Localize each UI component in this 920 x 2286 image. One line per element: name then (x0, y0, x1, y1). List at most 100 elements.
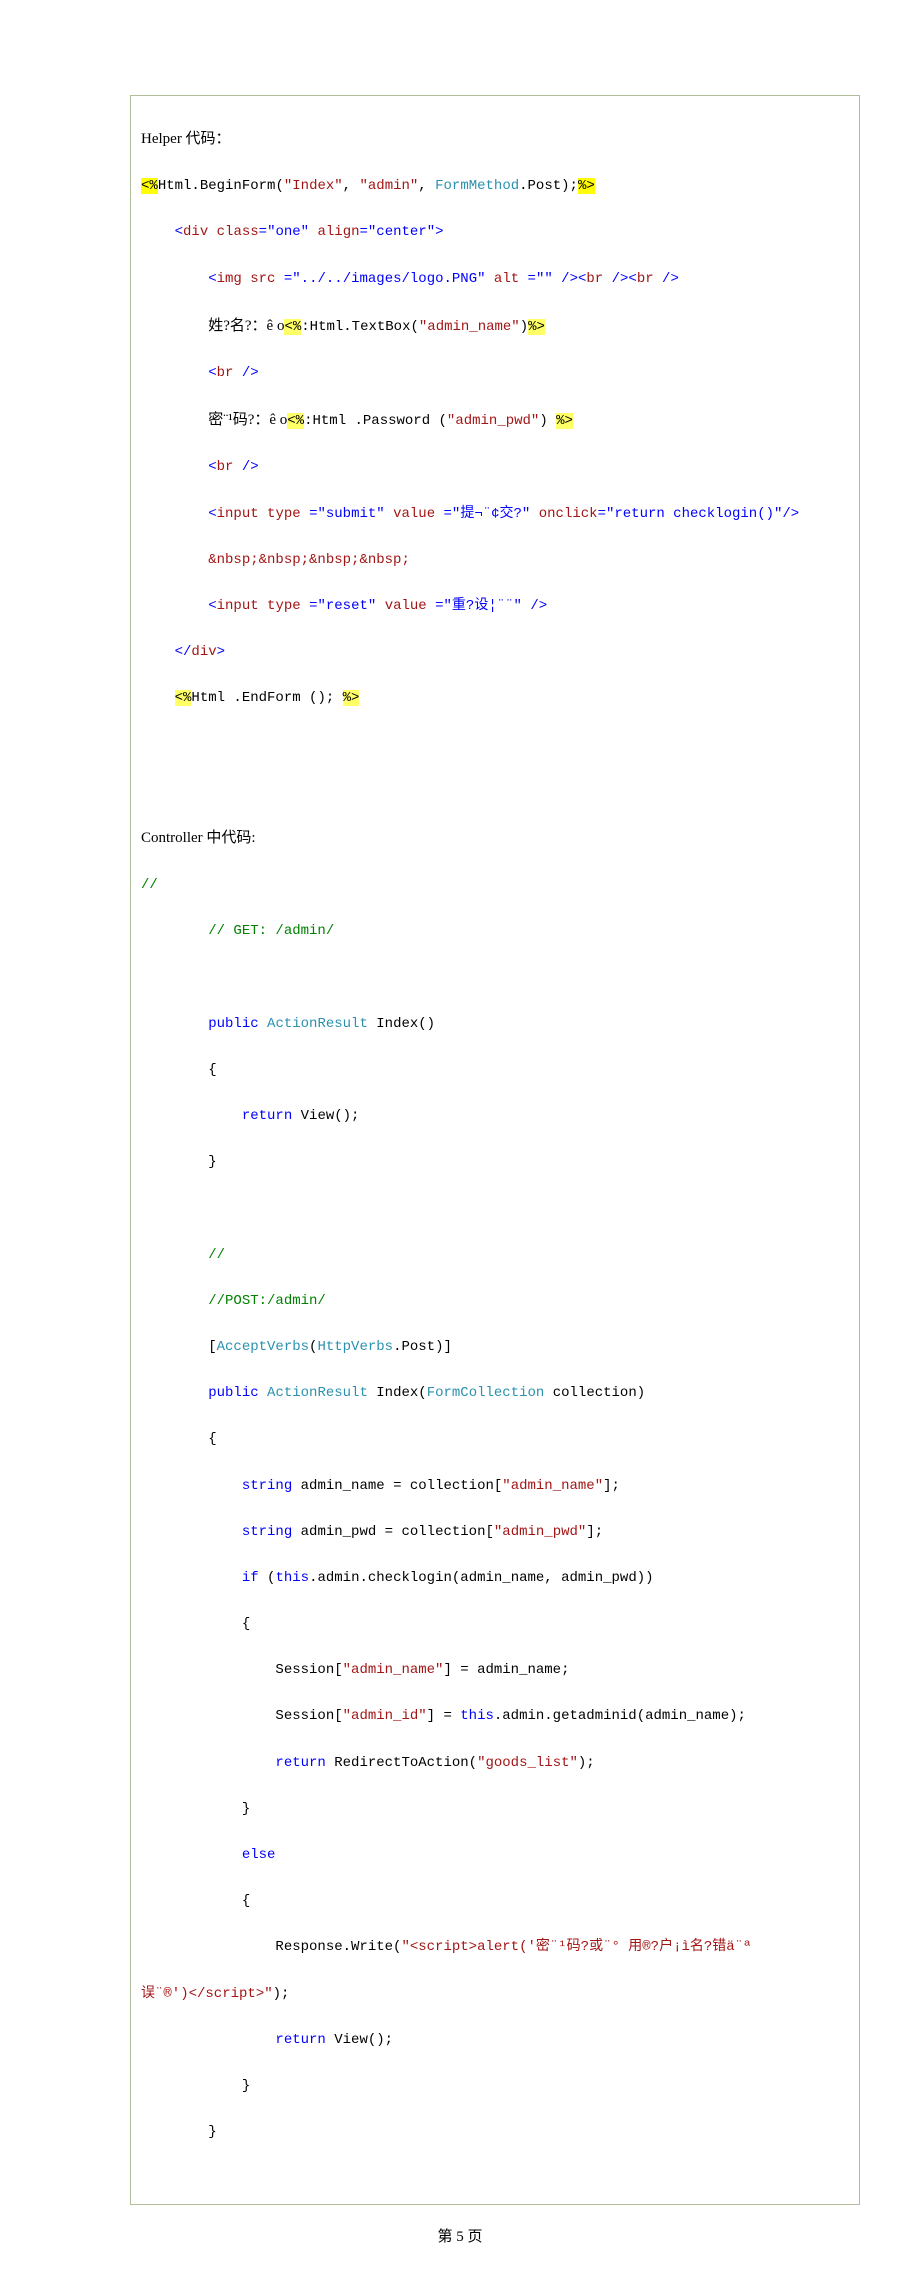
session: Session[ (275, 1662, 342, 1678)
asp-tag-open: <% (141, 178, 158, 194)
src-attr: src (250, 271, 275, 287)
value-attr: value (385, 598, 427, 614)
lt: < (175, 224, 183, 240)
kw-public: public (208, 1016, 258, 1032)
div-tag: div (183, 224, 208, 240)
controller-header: Controller 中代码: (141, 830, 256, 846)
asp-tag-close: %> (556, 413, 573, 429)
session-set: ] = (427, 1708, 461, 1724)
br-tag: br (637, 271, 654, 287)
value-attr: value (393, 506, 435, 522)
center-val: "center" (368, 224, 435, 240)
kw-if: if (242, 1570, 259, 1586)
kw-this: this (275, 1570, 309, 1586)
comment: // (141, 877, 158, 893)
session-admin-id: "admin_id" (343, 1708, 427, 1724)
admin-name-var: admin_name = collection[ (292, 1478, 502, 1494)
asp-tag-close: %> (578, 178, 595, 194)
admin-pwd-str: "admin_pwd" (447, 413, 539, 429)
onclick-val: "return checklogin()" (606, 506, 782, 522)
view-call: View(); (292, 1108, 359, 1124)
self-close: /> (233, 365, 258, 381)
lt: < (628, 271, 636, 287)
kw-string: string (242, 1524, 292, 1540)
kw-return: return (275, 1755, 325, 1771)
action-result: ActionResult (267, 1016, 368, 1032)
asp-tag-open: <% (287, 413, 304, 429)
lt-slash: </ (175, 644, 192, 660)
script-str2: 误¨®')</script>" (141, 1986, 273, 2002)
comment: // (208, 1247, 225, 1263)
str-index: "Index" (284, 178, 343, 194)
div-tag: div (191, 644, 216, 660)
html-ns: Html. (158, 178, 200, 194)
kw-public: public (208, 1385, 258, 1401)
lparen: ( (309, 1339, 317, 1355)
document-page: Helper 代码： <%Html.BeginForm("Index", "ad… (0, 0, 920, 2286)
br-tag: br (217, 365, 234, 381)
img-tag: img (217, 271, 242, 287)
admin-pwd-str: "admin_pwd" (494, 1524, 586, 1540)
rbrace: } (208, 2124, 216, 2140)
reset-text: "重?设¦¨¨" (444, 598, 522, 614)
kw-return: return (242, 1108, 292, 1124)
kw-this: this (460, 1708, 494, 1724)
goods-list-str: "goods_list" (477, 1755, 578, 1771)
lbracket: [ (208, 1339, 216, 1355)
session-admin-name: "admin_name" (343, 1662, 444, 1678)
gt-char: > (217, 644, 225, 660)
lt: < (208, 459, 216, 475)
close-bracket: ]; (603, 1478, 620, 1494)
class-attr: class (217, 224, 259, 240)
asp-tag-open: <% (175, 690, 192, 706)
lbrace: { (208, 1431, 216, 1447)
check-login: .admin.checklogin(admin_name, admin_pwd)… (309, 1570, 653, 1586)
view-call: View(); (326, 2032, 393, 2048)
close-bracket: ]; (586, 1524, 603, 1540)
session-set: ] = admin_name; (443, 1662, 569, 1678)
kw-string: string (242, 1478, 292, 1494)
rbrace: } (242, 2078, 250, 2094)
rparen-semi: ); (273, 1986, 290, 2002)
gt-char: > (435, 224, 443, 240)
code-box: Helper 代码： <%Html.BeginForm("Index", "ad… (130, 95, 860, 2205)
form-collection: FormCollection (427, 1385, 545, 1401)
type-attr: type (267, 506, 301, 522)
lt: < (208, 365, 216, 381)
get-admin-id: .admin.getadminid(admin_name); (494, 1708, 746, 1724)
session: Session[ (275, 1708, 342, 1724)
post-enum: .Post); (519, 178, 578, 194)
lbrace: { (242, 1616, 250, 1632)
admin-name-str: "admin_name" (419, 319, 520, 335)
src-val: "../../images/logo.PNG" (292, 271, 485, 287)
post-comment: //POST:/admin/ (208, 1293, 326, 1309)
redirect: RedirectToAction( (326, 1755, 477, 1771)
rparen: ) (520, 319, 528, 335)
index-fn2: Index( (368, 1385, 427, 1401)
helper-header: Helper 代码： (141, 131, 231, 147)
http-verbs: HttpVerbs (317, 1339, 393, 1355)
asp-tag-open: <% (284, 319, 301, 335)
password-fn: :Html .Password ( (304, 413, 447, 429)
index-fn: Index() (368, 1016, 435, 1032)
br-tag: br (586, 271, 603, 287)
lt: < (208, 271, 216, 287)
lt: < (208, 506, 216, 522)
script-str1: "<script>alert('密¨¹码?或¨° 用®?户¡ì名?错ä¨ª (401, 1939, 751, 1955)
rparen: ) (539, 413, 556, 429)
begin-form: BeginForm (200, 178, 276, 194)
type-attr: type (267, 598, 301, 614)
response-write: Response.Write( (275, 1939, 401, 1955)
lbrace: { (242, 1893, 250, 1909)
br-tag: br (217, 459, 234, 475)
rbrace: } (242, 1801, 250, 1817)
dot-post: .Post)] (393, 1339, 452, 1355)
name-label: 姓?名?：ê o (208, 318, 284, 334)
alt-val: "" (536, 271, 553, 287)
admin-pwd-var: admin_pwd = collection[ (292, 1524, 494, 1540)
submit-text: "提¬¨¢交?" (452, 506, 530, 522)
action-result: ActionResult (267, 1385, 368, 1401)
lbrace: { (208, 1062, 216, 1078)
self-close: /> (603, 271, 628, 287)
pwd-label: 密¨¹码?：ê o (208, 412, 287, 428)
